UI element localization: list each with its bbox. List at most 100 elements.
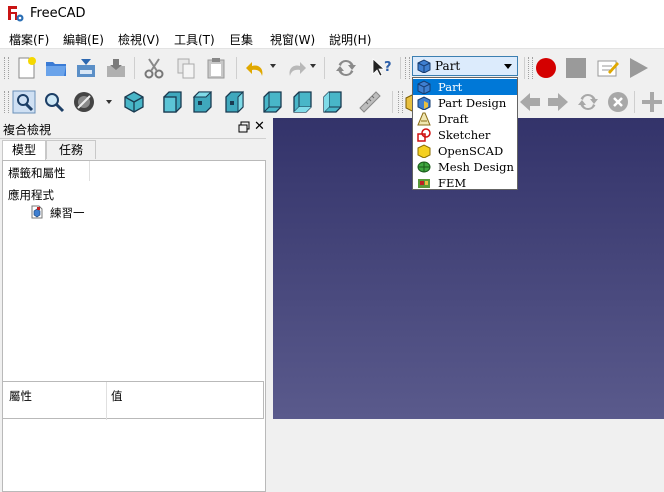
toolbar-separator bbox=[524, 57, 525, 79]
rear-view-icon[interactable] bbox=[260, 90, 284, 114]
combo-view-panel: 複合檢視 ✕ 模型 任務 標籤和屬性 應用程式 練習一 屬性 值 bbox=[0, 118, 272, 492]
save-icon[interactable] bbox=[74, 56, 98, 80]
toolbar-separator bbox=[236, 57, 237, 79]
tree-root-application[interactable]: 應用程式 bbox=[8, 187, 54, 203]
workbench-option-mesh-design[interactable]: Mesh Design bbox=[413, 159, 517, 175]
menu-window[interactable]: 視窗(W) bbox=[270, 31, 315, 48]
undo-dropdown-icon[interactable] bbox=[270, 64, 276, 68]
left-view-icon[interactable] bbox=[320, 90, 344, 114]
toolbar-separator bbox=[634, 91, 635, 113]
web-stop-icon[interactable] bbox=[606, 90, 630, 114]
tab-tasks[interactable]: 任務 bbox=[46, 140, 96, 159]
cut-icon[interactable] bbox=[142, 56, 166, 80]
freecad-logo-icon bbox=[8, 6, 24, 22]
draw-style-dropdown-icon[interactable] bbox=[106, 100, 112, 104]
property-panel: 屬性 值 bbox=[2, 381, 264, 420]
menu-macro[interactable]: 巨集 bbox=[229, 31, 253, 48]
toolbar-separator bbox=[400, 57, 401, 79]
workbench-option-label: Part Design bbox=[438, 96, 507, 110]
mesh-design-icon bbox=[417, 161, 431, 173]
menu-view[interactable]: 檢視(V) bbox=[118, 31, 160, 48]
macro-record-icon[interactable] bbox=[534, 56, 558, 80]
fit-selection-icon[interactable] bbox=[42, 90, 66, 114]
toolbar-grip[interactable] bbox=[4, 91, 9, 113]
new-document-icon[interactable] bbox=[14, 56, 38, 80]
toolbar-separator bbox=[134, 57, 135, 79]
part-icon bbox=[417, 80, 431, 94]
tree-item-document[interactable]: 練習一 bbox=[50, 205, 85, 221]
fit-all-icon[interactable] bbox=[12, 90, 36, 114]
svg-text:?: ? bbox=[384, 60, 392, 75]
workbench-option-part[interactable]: Part bbox=[413, 79, 517, 95]
workbench-option-label: Part bbox=[438, 80, 463, 94]
macro-edit-icon[interactable] bbox=[596, 56, 620, 80]
part-design-icon bbox=[417, 96, 431, 110]
model-tree: 標籤和屬性 應用程式 練習一 bbox=[2, 160, 266, 492]
combo-view-tabs: 模型 任務 bbox=[0, 140, 272, 160]
workbench-option-openscad[interactable]: OpenSCAD bbox=[413, 143, 517, 159]
navigate-forward-icon[interactable] bbox=[546, 90, 570, 114]
measure-icon[interactable] bbox=[358, 90, 382, 114]
top-view-icon[interactable] bbox=[190, 90, 214, 114]
combo-view-title: 複合檢視 bbox=[3, 123, 52, 137]
isometric-view-icon[interactable] bbox=[122, 90, 146, 114]
workbench-option-label: FEM bbox=[438, 176, 467, 190]
toolbar-grip[interactable] bbox=[398, 91, 403, 113]
refresh-icon[interactable] bbox=[334, 56, 358, 80]
web-refresh-icon[interactable] bbox=[576, 90, 600, 114]
workbench-option-fem[interactable]: FEM bbox=[413, 175, 517, 191]
paste-icon[interactable] bbox=[204, 56, 228, 80]
zoom-in-icon[interactable] bbox=[640, 90, 664, 114]
workbench-selected-label: Part bbox=[435, 59, 461, 73]
tree-header-labels: 標籤和屬性 bbox=[8, 166, 66, 180]
macro-stop-icon[interactable] bbox=[564, 56, 588, 80]
menu-file[interactable]: 檔案(F) bbox=[9, 31, 49, 48]
toolbar-grip[interactable] bbox=[4, 57, 9, 79]
float-panel-icon[interactable] bbox=[238, 121, 250, 133]
draft-icon bbox=[417, 112, 431, 126]
close-panel-icon[interactable]: ✕ bbox=[254, 120, 265, 134]
workbench-option-label: Draft bbox=[438, 112, 469, 126]
fem-icon bbox=[418, 179, 430, 188]
whats-this-icon[interactable]: ? bbox=[370, 56, 394, 80]
menu-help[interactable]: 說明(H) bbox=[329, 31, 371, 48]
document-icon bbox=[31, 205, 43, 219]
workbench-option-part-design[interactable]: Part Design bbox=[413, 95, 517, 111]
menu-tools[interactable]: 工具(T) bbox=[174, 31, 215, 48]
part-icon bbox=[417, 59, 431, 73]
panel-splitter[interactable] bbox=[266, 118, 273, 419]
workbench-option-label: Sketcher bbox=[438, 128, 491, 142]
save-as-icon[interactable] bbox=[104, 56, 128, 80]
toolbar-separator bbox=[324, 57, 325, 79]
property-header-value: 值 bbox=[111, 389, 123, 403]
toolbar-row-1: ? bbox=[0, 51, 664, 85]
redo-icon[interactable] bbox=[284, 56, 308, 80]
toolbar-separator bbox=[392, 91, 393, 113]
workbench-dropdown: Part Part Design Draft Sketcher OpenSCAD… bbox=[412, 77, 518, 190]
sketcher-icon bbox=[417, 128, 431, 142]
title-bar: FreeCAD bbox=[0, 0, 664, 28]
open-icon[interactable] bbox=[44, 56, 68, 80]
openscad-icon bbox=[417, 144, 431, 158]
toolbar-grip[interactable] bbox=[405, 57, 410, 79]
undo-icon[interactable] bbox=[244, 56, 268, 80]
front-view-icon[interactable] bbox=[160, 90, 184, 114]
copy-icon[interactable] bbox=[174, 56, 198, 80]
property-header-divider bbox=[106, 382, 107, 420]
tree-header-divider bbox=[89, 161, 90, 181]
toolbar-area: ? bbox=[0, 48, 664, 119]
workbench-selector[interactable]: Part bbox=[412, 56, 518, 76]
bottom-view-icon[interactable] bbox=[290, 90, 314, 114]
macro-run-icon[interactable] bbox=[626, 56, 650, 80]
tab-model[interactable]: 模型 bbox=[2, 140, 46, 160]
navigate-back-icon[interactable] bbox=[518, 90, 542, 114]
toolbar-row-2 bbox=[0, 85, 664, 119]
toolbar-grip[interactable] bbox=[528, 57, 533, 79]
redo-dropdown-icon[interactable] bbox=[310, 64, 316, 68]
workbench-option-draft[interactable]: Draft bbox=[413, 111, 517, 127]
menu-edit[interactable]: 編輯(E) bbox=[63, 31, 104, 48]
right-view-icon[interactable] bbox=[222, 90, 246, 114]
chevron-down-icon[interactable] bbox=[504, 64, 512, 69]
workbench-option-sketcher[interactable]: Sketcher bbox=[413, 127, 517, 143]
draw-style-icon[interactable] bbox=[72, 90, 96, 114]
